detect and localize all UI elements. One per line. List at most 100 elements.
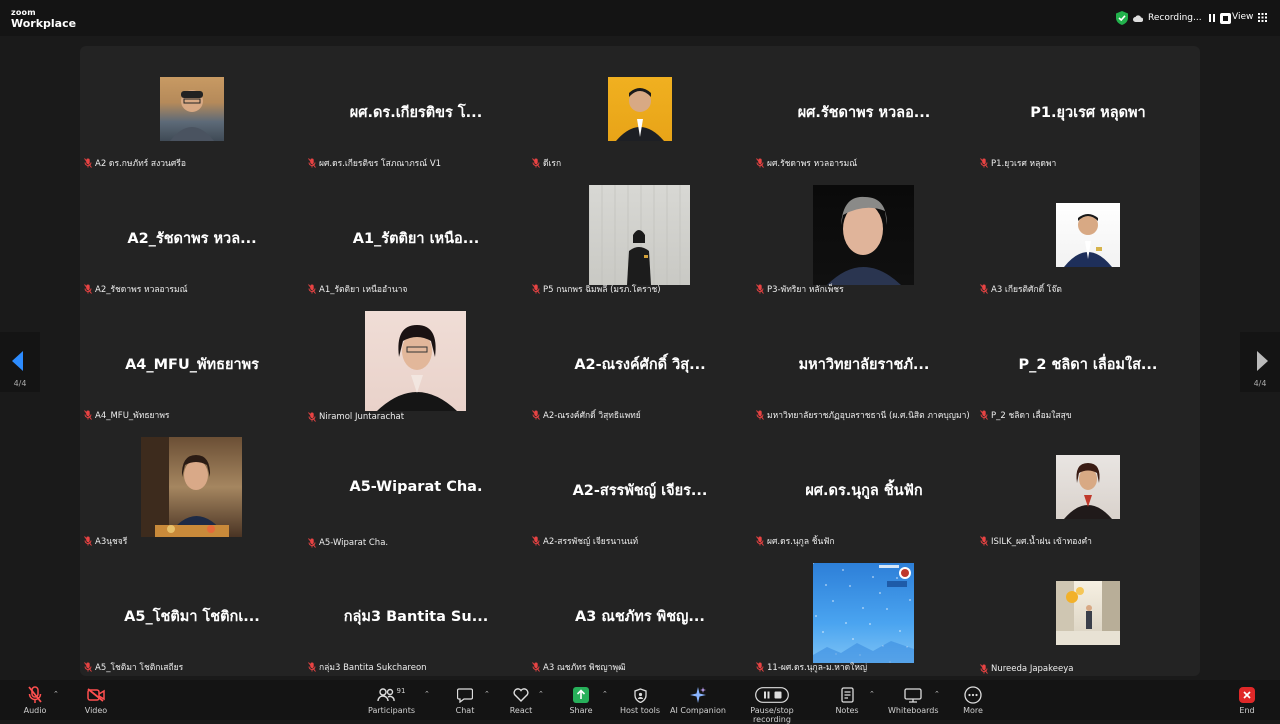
participant-display-name: A2-สรรพัชญ์ เจียร... xyxy=(572,483,708,499)
ai-companion-button[interactable]: AI Companion xyxy=(670,684,726,715)
participant-tile[interactable]: กลุ่ม3 Bantita Su... กลุ่ม3 Bantita Sukch… xyxy=(304,550,528,676)
participant-tile[interactable]: ดีเรก xyxy=(528,46,752,172)
participant-tile[interactable]: ผศ.ดร.เกียรติขร โ... ผศ.ดร.เกียรติขร โสภณ… xyxy=(304,46,528,172)
more-button[interactable]: More xyxy=(958,684,988,715)
participant-name-label: ผศ.รัชดาพร หวลอารมณ์ xyxy=(756,156,857,170)
participants-icon xyxy=(376,688,395,702)
participant-tile[interactable]: Nureeda Japakeeya xyxy=(976,550,1200,676)
microphone-muted-icon xyxy=(980,536,988,546)
previous-page-button[interactable]: 4/4 xyxy=(0,332,40,392)
participant-tile[interactable]: A5-Wiparat Cha. A5-Wiparat Cha. xyxy=(304,424,528,550)
whiteboard-icon xyxy=(904,687,922,703)
notes-button[interactable]: Notes xyxy=(832,684,862,715)
participant-tile[interactable]: A2 ดร.กษภัทร์ สงวนศรีอ xyxy=(80,46,304,172)
microphone-muted-icon xyxy=(84,410,92,420)
participant-name-label: A2-ณรงค์ศักดิ์ วิสุทธิแพทย์ xyxy=(532,408,641,422)
participant-display-name: ผศ.ดร.เกียรติขร โ... xyxy=(349,105,483,121)
share-button[interactable]: Share xyxy=(566,684,596,715)
whiteboards-button[interactable]: Whiteboards xyxy=(888,684,939,715)
view-button[interactable]: View xyxy=(1232,12,1268,22)
participant-name-label: A5-Wiparat Cha. xyxy=(308,538,388,548)
microphone-muted-icon xyxy=(756,536,764,546)
video-off-icon xyxy=(87,688,105,702)
participant-video xyxy=(141,437,242,537)
more-icon xyxy=(964,686,982,704)
participant-tile[interactable]: A3 เกียรติศักดิ์ โจ๊ต xyxy=(976,172,1200,298)
microphone-muted-icon xyxy=(980,664,988,674)
participants-button[interactable]: 91 Participants xyxy=(368,684,415,715)
participant-name-text: Niramol Juntarachat xyxy=(319,412,405,422)
participant-tile[interactable]: A3นุชจรี xyxy=(80,424,304,550)
participant-tile[interactable]: A2-ณรงค์ศักดิ์ วิสุ... A2-ณรงค์ศักดิ์ วิส… xyxy=(528,298,752,424)
participant-name-text: Nureeda Japakeeya xyxy=(991,664,1074,674)
pause-stop-recording-button[interactable]: Pause/stop recording xyxy=(732,684,812,724)
participant-tile[interactable]: A2-สรรพัชญ์ เจียร... A2-สรรพัชญ์ เจียรนาน… xyxy=(528,424,752,550)
ai-companion-label: AI Companion xyxy=(670,706,726,715)
participant-name-text: ISILK_ผศ.น้ำฝน เข้าทองคำ xyxy=(991,537,1092,547)
react-options-chevron-icon[interactable]: ⌃ xyxy=(538,690,544,698)
grid-icon xyxy=(1258,12,1268,22)
video-button[interactable]: Video xyxy=(79,684,113,715)
right-arrow-icon xyxy=(1257,351,1268,371)
participant-name-label: ผศ.ดร.เกียรติขร โสภณาภรณ์ V1 xyxy=(308,156,441,170)
participant-tile[interactable]: P5 กนกพร ฉิมพลี (มรภ.โคราช) xyxy=(528,172,752,298)
participant-tile[interactable]: ISILK_ผศ.น้ำฝน เข้าทองคำ xyxy=(976,424,1200,550)
participant-name-label: 11-ผศ.ดร.นุกูล-ม.หาดใหญ่ xyxy=(756,660,867,674)
participant-name-label: P_2 ชลิดา เลื่อมใสสุข xyxy=(980,408,1072,422)
share-options-chevron-icon[interactable]: ⌃ xyxy=(602,690,608,698)
participant-display-name: ผศ.รัชดาพร หวลอ... xyxy=(797,105,931,121)
participant-name-label: A1_รัตติยา เหนืออำนาจ xyxy=(308,282,407,296)
recording-indicator[interactable]: Recording... xyxy=(1116,11,1231,25)
participant-tile[interactable]: P3-พัทริยา หลักเพ็ชร xyxy=(752,172,976,298)
microphone-muted-icon xyxy=(532,662,540,672)
participant-tile[interactable]: P_2 ชลิดา เลื่อมใส... P_2 ชลิดา เลื่อมใสส… xyxy=(976,298,1200,424)
participant-name-text: A2-ณรงค์ศักดิ์ วิสุทธิแพทย์ xyxy=(543,411,641,421)
participant-tile[interactable]: A3 ณชภัทร พิชญ... A3 ณชภัทร พิชญาพุฒิ xyxy=(528,550,752,676)
encryption-shield-icon xyxy=(1116,11,1128,25)
chat-button[interactable]: Chat xyxy=(450,684,480,715)
participant-name-label: A3นุชจรี xyxy=(84,534,127,548)
participant-tile[interactable]: A5_โชติมา โชติกเ... A5_โชติมา โชติกเสถียร xyxy=(80,550,304,676)
notes-options-chevron-icon[interactable]: ⌃ xyxy=(869,690,875,698)
top-bar: zoom Workplace Recording... View xyxy=(0,0,1280,36)
left-arrow-icon xyxy=(12,351,23,371)
end-meeting-button[interactable]: End xyxy=(1232,684,1262,715)
audio-button[interactable]: Audio xyxy=(18,684,52,715)
microphone-muted-icon xyxy=(28,686,42,703)
participant-display-name: A2-ณรงค์ศักดิ์ วิสุ... xyxy=(574,357,706,373)
react-button[interactable]: React xyxy=(506,684,536,715)
view-label: View xyxy=(1232,12,1254,22)
participant-name-text: A5_โชติมา โชติกเสถียร xyxy=(95,663,184,673)
participant-name-text: P5 กนกพร ฉิมพลี (มรภ.โคราช) xyxy=(543,285,661,295)
participant-name-label: A4_MFU_พัทธยาพร xyxy=(84,408,169,422)
whiteboards-options-chevron-icon[interactable]: ⌃ xyxy=(934,690,940,698)
participant-tile[interactable]: A2_รัชดาพร หวล... A2_รัชดาพร หวลอารมณ์ xyxy=(80,172,304,298)
stop-recording-icon[interactable] xyxy=(1219,12,1231,24)
cloud-icon xyxy=(1133,14,1143,22)
participant-tile[interactable]: Niramol Juntarachat xyxy=(304,298,528,424)
participant-tile[interactable]: A1_รัตติยา เหนือ... A1_รัตติยา เหนืออำนาจ xyxy=(304,172,528,298)
participant-name-text: กลุ่ม3 Bantita Sukchareon xyxy=(319,663,427,673)
participant-display-name: A4_MFU_พัทธยาพร xyxy=(125,357,259,373)
participant-video xyxy=(1056,203,1120,267)
participant-tile[interactable]: ผศ.รัชดาพร หวลอ... ผศ.รัชดาพร หวลอารมณ์ xyxy=(752,46,976,172)
video-label: Video xyxy=(84,706,108,715)
pause-recording-icon[interactable] xyxy=(1208,14,1215,22)
microphone-muted-icon xyxy=(308,158,316,168)
participant-tile[interactable]: ผศ.ดร.นุกูล ชิ้นฟัก ผศ.ดร.นุกูล ชิ้นฟัก xyxy=(752,424,976,550)
microphone-muted-icon xyxy=(532,284,540,294)
participant-tile[interactable]: มหาวิทยาลัยราชภั... มหาวิทยาลัยราชภัฏอุบล… xyxy=(752,298,976,424)
participant-video xyxy=(589,185,690,285)
participant-video xyxy=(608,77,672,141)
participant-tile[interactable]: 11-ผศ.ดร.นุกูล-ม.หาดใหญ่ xyxy=(752,550,976,676)
host-tools-button[interactable]: Host tools xyxy=(618,684,662,715)
chat-options-chevron-icon[interactable]: ⌃ xyxy=(484,690,490,698)
next-page-button[interactable]: 4/4 xyxy=(1240,332,1280,392)
participant-tile[interactable]: A4_MFU_พัทธยาพร A4_MFU_พัทธยาพร xyxy=(80,298,304,424)
participant-tile[interactable]: P1.ยุวเรศ หลุดพา P1.ยุวเรศ หลุดพา xyxy=(976,46,1200,172)
microphone-muted-icon xyxy=(308,284,316,294)
audio-options-chevron-icon[interactable]: ⌃ xyxy=(53,690,59,698)
microphone-muted-icon xyxy=(84,284,92,294)
participant-name-text: A1_รัตติยา เหนืออำนาจ xyxy=(319,285,408,295)
participants-options-chevron-icon[interactable]: ⌃ xyxy=(424,690,430,698)
